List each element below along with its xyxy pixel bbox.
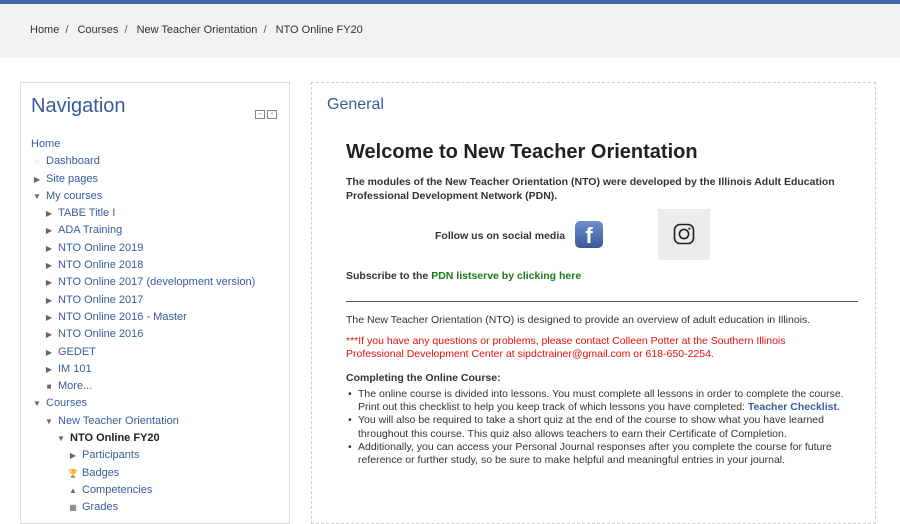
navigation-block: Navigation – ‹ Home ◌ Dashboard ▶ Site pages… [20, 82, 290, 524]
nav-item[interactable]: ▼ Courses [31, 395, 286, 412]
collapse-block-icon[interactable]: – [255, 110, 265, 119]
nav-item-label: NTO Online 2017 [58, 293, 144, 306]
chevron-right-icon: ▶ [45, 312, 53, 322]
list-item: You will also be required to take a shor… [346, 414, 856, 440]
navigation-tree: Home ◌ Dashboard ▶ Site pages ▼ My courses ▶ TAB… [31, 136, 286, 517]
divider [346, 301, 858, 302]
nav-item[interactable]: ▲ Competencies [31, 482, 286, 499]
nav-item[interactable]: ▶ NTO Online 2019 [31, 240, 286, 257]
chevron-down-icon: ▼ [57, 434, 65, 444]
nav-item[interactable]: ▦ Grades [31, 499, 286, 516]
completion-list: The online course is divided into lesson… [346, 388, 856, 467]
chevron-right-icon: ▶ [33, 174, 41, 184]
chevron-right-icon: ▶ [45, 209, 53, 219]
nav-item-label: Courses [46, 397, 87, 410]
chevron-right-icon: ▶ [45, 243, 53, 253]
nav-item-label: Competencies [82, 483, 153, 496]
grades-icon: ▦ [69, 503, 77, 513]
chevron-down-icon: ▼ [33, 399, 41, 409]
page-header: Home / Courses / New Teacher Orientation / … [0, 4, 900, 58]
nav-item[interactable]: ▼ NTO Online FY20 [31, 430, 286, 447]
nav-item[interactable]: ▶ GEDET [31, 344, 286, 361]
nav-item[interactable]: ▶ NTO Online 2018 [31, 257, 286, 274]
course-section-general: General Welcome to New Teacher Orientati… [311, 82, 876, 524]
nav-item-label: GEDET [58, 345, 96, 358]
nav-item-label: Dashboard [46, 155, 100, 168]
dashboard-icon: ◌ [34, 157, 40, 167]
nav-item-label: Grades [82, 501, 119, 514]
nav-item-label: NTO Online 2018 [58, 259, 144, 272]
nav-item[interactable]: ▼ My courses [31, 188, 286, 205]
chevron-down-icon: ▼ [45, 416, 53, 426]
facebook-icon[interactable]: f [575, 221, 603, 248]
list-item: The online course is divided into lesson… [346, 388, 856, 414]
nav-item-label: Site pages [46, 172, 98, 185]
list-item: Additionally, you can access your Person… [346, 441, 856, 467]
nav-item-label: NTO Online 2017 (development version) [58, 276, 256, 289]
nav-item[interactable]: ▶ IM 101 [31, 361, 286, 378]
chevron-right-icon: ▶ [45, 278, 53, 288]
subscribe-line: Subscribe to the PDN listserve by clicki… [346, 270, 581, 282]
nav-item[interactable]: ▶ NTO Online 2017 (development version) [31, 274, 286, 291]
chevron-right-icon: ▶ [45, 261, 53, 271]
nav-item-label: Participants [82, 449, 140, 462]
section-title: General [327, 96, 384, 113]
breadcrumb-current-course[interactable]: NTO Online FY20 [276, 24, 363, 36]
nav-item[interactable]: ▶ TABE Title I [31, 205, 286, 222]
nav-item-label: NTO Online 2019 [58, 241, 144, 254]
trophy-icon: 🏆 [68, 468, 78, 478]
chevron-right-icon: ▶ [45, 330, 53, 340]
square-bullet-icon: ■ [46, 382, 52, 392]
chevron-down-icon: ▼ [33, 191, 41, 201]
overview-text: The New Teacher Orientation (NTO) is des… [346, 314, 811, 326]
dock-block-icon[interactable]: ‹ [267, 110, 277, 119]
nav-item-label: Badges [82, 466, 120, 479]
nav-item[interactable]: Home [31, 136, 286, 153]
nav-item[interactable]: ▶ NTO Online 2017 [31, 292, 286, 309]
navigation-title: Navigation [31, 95, 126, 117]
nav-item[interactable]: ◌ Dashboard [31, 153, 286, 170]
teacher-checklist-link[interactable]: Teacher Checklist. [748, 401, 840, 413]
chevron-right-icon: ▶ [69, 451, 77, 461]
breadcrumb: Home / Courses / New Teacher Orientation / … [30, 24, 363, 36]
nav-item[interactable]: ▶ Site pages [31, 171, 286, 188]
chevron-right-icon: ▶ [45, 364, 53, 374]
follow-social-text: Follow us on social media [435, 230, 566, 242]
chevron-right-icon: ▶ [45, 347, 53, 357]
nav-item-label: TABE Title I [58, 207, 116, 220]
breadcrumb-courses[interactable]: Courses [77, 24, 118, 36]
nav-item-label: IM 101 [58, 362, 92, 375]
breadcrumb-home[interactable]: Home [30, 24, 59, 36]
nav-item-label: More... [58, 380, 93, 393]
subscribe-prefix: Subscribe to the [346, 270, 432, 282]
instagram-icon[interactable] [658, 209, 710, 260]
nav-item-label: NTO Online FY20 [70, 432, 160, 445]
nav-item[interactable]: ▶ Participants [31, 447, 286, 464]
chevron-right-icon: ▶ [45, 226, 53, 236]
nav-item-label: NTO Online 2016 [58, 328, 144, 341]
pdn-listserve-link[interactable]: PDN listserve by clicking here [431, 270, 581, 282]
nav-item[interactable]: ▶ ADA Training [31, 222, 286, 239]
completing-heading: Completing the Online Course: [346, 372, 501, 384]
nav-item[interactable]: ■ More... [31, 378, 286, 395]
nav-item-label: NTO Online 2016 - Master [58, 310, 187, 323]
breadcrumb-course-category[interactable]: New Teacher Orientation [137, 24, 258, 36]
intro-text: The modules of the New Teacher Orientati… [346, 176, 835, 202]
block-controls: – ‹ [255, 110, 277, 119]
competencies-icon: ▲ [69, 485, 77, 495]
chevron-right-icon: ▶ [45, 295, 53, 305]
nav-item-label: Home [31, 138, 61, 150]
nav-item[interactable]: ▶ NTO Online 2016 - Master [31, 309, 286, 326]
bullet-2-text: You will also be required to take a shor… [358, 414, 824, 440]
bullet-3-text: Additionally, you can access your Person… [358, 440, 832, 467]
nav-item[interactable]: ▶ NTO Online 2016 [31, 326, 286, 343]
welcome-heading: Welcome to New Teacher Orientation [346, 141, 698, 163]
contact-notice: ***If you have any questions or problems… [346, 335, 786, 360]
nav-item-label: ADA Training [58, 224, 123, 237]
nav-item[interactable]: 🏆 Badges [31, 465, 286, 482]
nav-item-label: My courses [46, 189, 103, 202]
nav-item[interactable]: ▼ New Teacher Orientation [31, 413, 286, 430]
nav-item-label: New Teacher Orientation [58, 414, 179, 427]
